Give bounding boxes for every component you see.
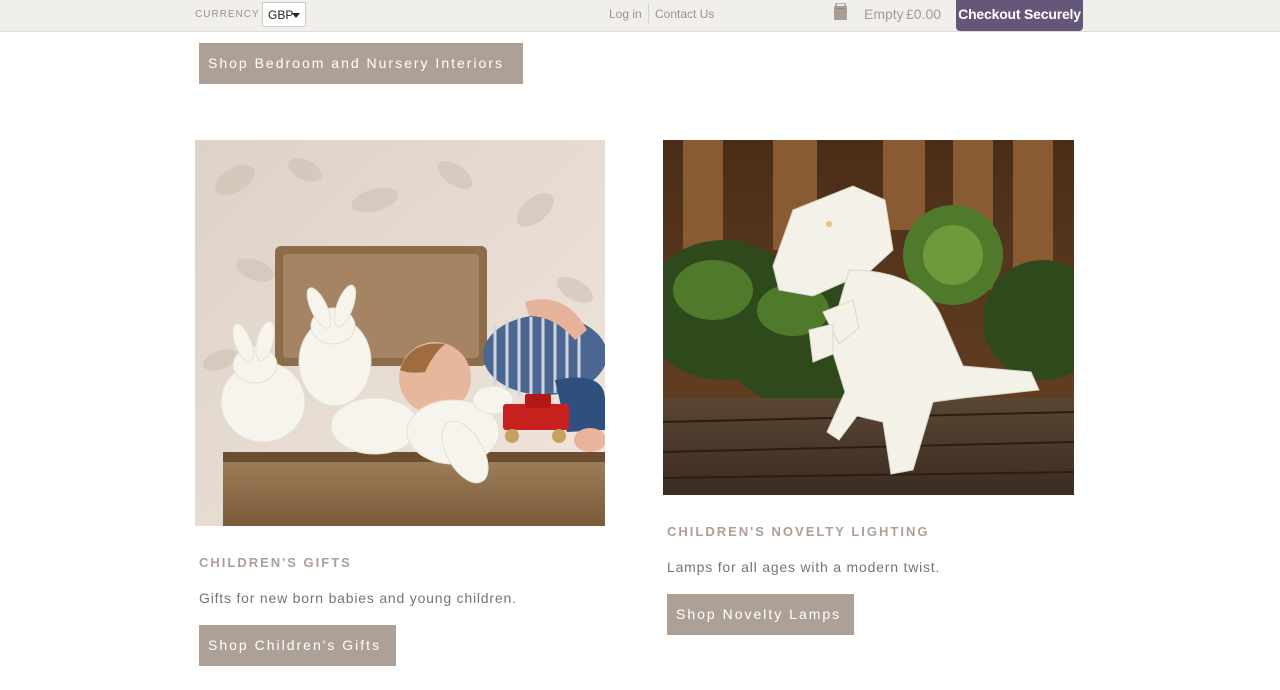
childrens-gifts-image[interactable] xyxy=(195,140,605,526)
login-link[interactable]: Log in xyxy=(609,7,642,21)
childrens-gifts-description: Gifts for new born babies and young chil… xyxy=(199,590,517,606)
shop-novelty-lamps-button[interactable]: Shop Novelty Lamps xyxy=(667,594,854,635)
cart-status[interactable]: Empty xyxy=(864,6,904,22)
checkout-button[interactable]: Checkout Securely xyxy=(956,0,1083,31)
shop-childrens-gifts-button[interactable]: Shop Children's Gifts xyxy=(199,625,396,666)
currency-label: CURRENCY xyxy=(195,9,260,20)
shop-bedroom-button[interactable]: Shop Bedroom and Nursery Interiors xyxy=(199,43,523,84)
shopping-bag-icon[interactable] xyxy=(833,3,848,20)
dinosaur-lamp-photo xyxy=(663,140,1074,495)
nav-divider xyxy=(648,3,649,24)
cart-total[interactable]: £0.00 xyxy=(906,6,941,22)
contact-link[interactable]: Contact Us xyxy=(655,7,714,21)
novelty-lighting-image[interactable] xyxy=(663,140,1074,495)
top-bar: CURRENCY GBP Log in Contact Us Empty £0.… xyxy=(0,0,1280,32)
novelty-lighting-description: Lamps for all ages with a modern twist. xyxy=(667,559,941,575)
novelty-lighting-title: CHILDREN'S NOVELTY LIGHTING xyxy=(667,524,930,539)
currency-select[interactable]: GBP xyxy=(262,2,306,27)
childrens-gifts-title: CHILDREN'S GIFTS xyxy=(199,555,352,570)
caret-down-icon xyxy=(292,13,300,18)
currency-value: GBP xyxy=(268,8,294,22)
childrens-gifts-photo xyxy=(195,140,605,526)
